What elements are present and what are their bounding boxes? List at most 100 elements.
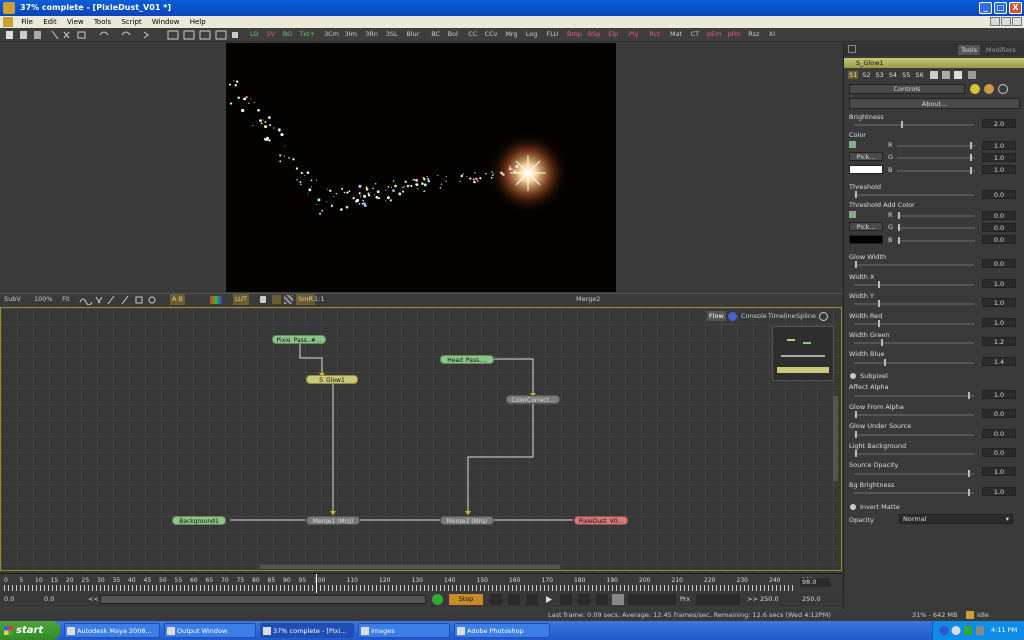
toolbar-button-10[interactable]: Bol	[448, 29, 458, 40]
tray-icons[interactable]	[939, 625, 989, 636]
menu-edit[interactable]: Edit	[39, 16, 61, 28]
lock-icon[interactable]	[260, 296, 266, 303]
taskbar-item-1[interactable]: Output Window	[164, 623, 256, 638]
toolbar-button-26[interactable]: XI	[769, 29, 775, 40]
taskbar-item-4[interactable]: Adobe Photoshop	[454, 623, 550, 638]
color-g-value[interactable]: 1.0	[982, 153, 1016, 162]
toolbar-button-8[interactable]: Blur	[406, 29, 419, 40]
width-green-slider[interactable]	[854, 339, 974, 346]
glow-width-value[interactable]: 0.0	[982, 259, 1016, 268]
loop-icon[interactable]	[432, 594, 443, 605]
color-r-value[interactable]: 1.0	[982, 141, 1016, 150]
threshold-r-slider[interactable]	[897, 212, 975, 219]
render-end-field[interactable]: 250.0	[760, 595, 779, 603]
node-merge2[interactable]: Merge2 (Mrg)	[440, 516, 494, 525]
gear-icon[interactable]	[984, 84, 994, 94]
light-background-value[interactable]: 0.0	[982, 448, 1016, 457]
threshold-b-value[interactable]: 0.0	[982, 235, 1016, 244]
color-g-slider[interactable]	[897, 154, 975, 161]
affect-alpha-value[interactable]: 1.0	[982, 390, 1016, 399]
width-green-value[interactable]: 1.2	[982, 337, 1016, 346]
link-icon[interactable]	[942, 71, 950, 79]
close-button[interactable]: X	[1009, 2, 1022, 14]
threshold-g-value[interactable]: 0.0	[982, 223, 1016, 232]
about-button[interactable]: About...	[849, 98, 1020, 109]
toolbar-button-9[interactable]: BC	[431, 29, 440, 40]
menu-script[interactable]: Script	[117, 16, 145, 28]
toolbar-button-0[interactable]: LD	[250, 29, 259, 40]
save-icon[interactable]	[954, 71, 962, 79]
fit-button[interactable]: Fit	[62, 294, 70, 305]
checker-icon[interactable]	[284, 295, 293, 304]
radioactive-icon[interactable]	[970, 84, 980, 94]
zoom-dropdown[interactable]: 100%	[34, 294, 53, 305]
threshold-g-slider[interactable]	[897, 224, 975, 231]
brightness-value[interactable]: 2.0	[982, 119, 1016, 128]
glow-from-alpha-value[interactable]: 0.0	[982, 409, 1016, 418]
lut-button[interactable]: LUT	[233, 294, 250, 305]
invert-matte-radio[interactable]	[850, 504, 856, 510]
menu-tools[interactable]: Tools	[90, 16, 115, 28]
node-color-correct[interactable]: ColorCorrect...	[506, 395, 560, 404]
start-button[interactable]: start	[0, 621, 60, 640]
sub-tab-s2[interactable]: S2	[861, 71, 871, 79]
threshold-expand-icon[interactable]	[849, 211, 856, 218]
toolbar-button-19[interactable]: Ply	[629, 29, 639, 40]
color-expand-icon[interactable]	[849, 141, 856, 148]
toolbar-button-3[interactable]: Txt+	[299, 29, 315, 40]
width-y-value[interactable]: 1.0	[982, 298, 1016, 307]
smr-button[interactable]: SmR	[296, 294, 315, 305]
sub-tab-s6[interactable]: S6	[914, 71, 924, 79]
current-time-field[interactable]: 98.0	[800, 578, 830, 587]
mdi-close-icon[interactable]	[1012, 17, 1022, 26]
subview-button[interactable]: SubV	[4, 294, 21, 305]
toolbar-button-6[interactable]: 3Rn	[365, 29, 378, 40]
sub-tab-s3[interactable]: S3	[875, 71, 885, 79]
width-x-value[interactable]: 1.0	[982, 279, 1016, 288]
toolbar-button-22[interactable]: CT	[691, 29, 700, 40]
color-pick-button[interactable]: Pick...	[849, 152, 883, 161]
toolbar-button-25[interactable]: Rsz	[748, 29, 759, 40]
toolbar-button-23[interactable]: pEm	[707, 29, 722, 40]
mdi-restore-icon[interactable]	[1001, 17, 1011, 26]
toolbar-button-12[interactable]: CCv	[485, 29, 498, 40]
bg-brightness-slider[interactable]	[854, 489, 974, 496]
toolbar-button-13[interactable]: Mrg	[505, 29, 517, 40]
stop-button[interactable]: Stop	[449, 594, 483, 605]
playback-buttons[interactable]	[490, 594, 620, 605]
pixel-ratio-icon[interactable]: 1:1	[314, 294, 324, 305]
light-background-slider[interactable]	[854, 450, 974, 457]
width-red-slider[interactable]	[854, 320, 974, 327]
mdi-minimize-icon[interactable]	[990, 17, 1000, 26]
toolbar-button-16[interactable]: Bmp	[567, 29, 582, 40]
range-left-arrow[interactable]: <<	[88, 595, 99, 603]
width-blue-value[interactable]: 1.4	[982, 357, 1016, 366]
toolbar-button-20[interactable]: Rct	[649, 29, 660, 40]
color-r-slider[interactable]	[897, 142, 975, 149]
minimize-button[interactable]: _	[979, 2, 992, 14]
threshold-b-slider[interactable]	[897, 237, 975, 244]
threshold-pick-button[interactable]: Pick...	[849, 222, 883, 231]
color-b-slider[interactable]	[897, 167, 975, 174]
node-background[interactable]: Background1	[172, 516, 226, 525]
hi-q-toggle[interactable]	[628, 594, 676, 605]
sub-tab-s4[interactable]: S4	[888, 71, 898, 79]
sub-tab-s5[interactable]: S5	[901, 71, 911, 79]
subpixel-radio[interactable]	[850, 373, 856, 379]
source-opacity-value[interactable]: 1.0	[982, 467, 1016, 476]
global-end-field[interactable]: 250.0	[802, 595, 821, 603]
info-icon-panel[interactable]	[998, 84, 1008, 94]
toolbar-button-2[interactable]: BG	[283, 29, 292, 40]
glow-width-slider[interactable]	[854, 261, 974, 268]
threshold-r-value[interactable]: 0.0	[982, 211, 1016, 220]
tool-header[interactable]: S_Glow1	[844, 58, 1024, 68]
toolbar-button-18[interactable]: Elp	[608, 29, 618, 40]
taskbar-item-0[interactable]: Autodesk Maya 2008...	[64, 623, 160, 638]
roi-icon[interactable]	[272, 295, 281, 304]
tab-tools[interactable]: Tools	[958, 45, 981, 55]
toolbar-button-5[interactable]: 3Im	[345, 29, 357, 40]
threshold-swatch[interactable]	[849, 235, 883, 244]
proxy-button[interactable]: Prx	[680, 595, 690, 603]
pin-icon[interactable]	[930, 71, 938, 79]
channel-icon[interactable]	[210, 296, 222, 304]
